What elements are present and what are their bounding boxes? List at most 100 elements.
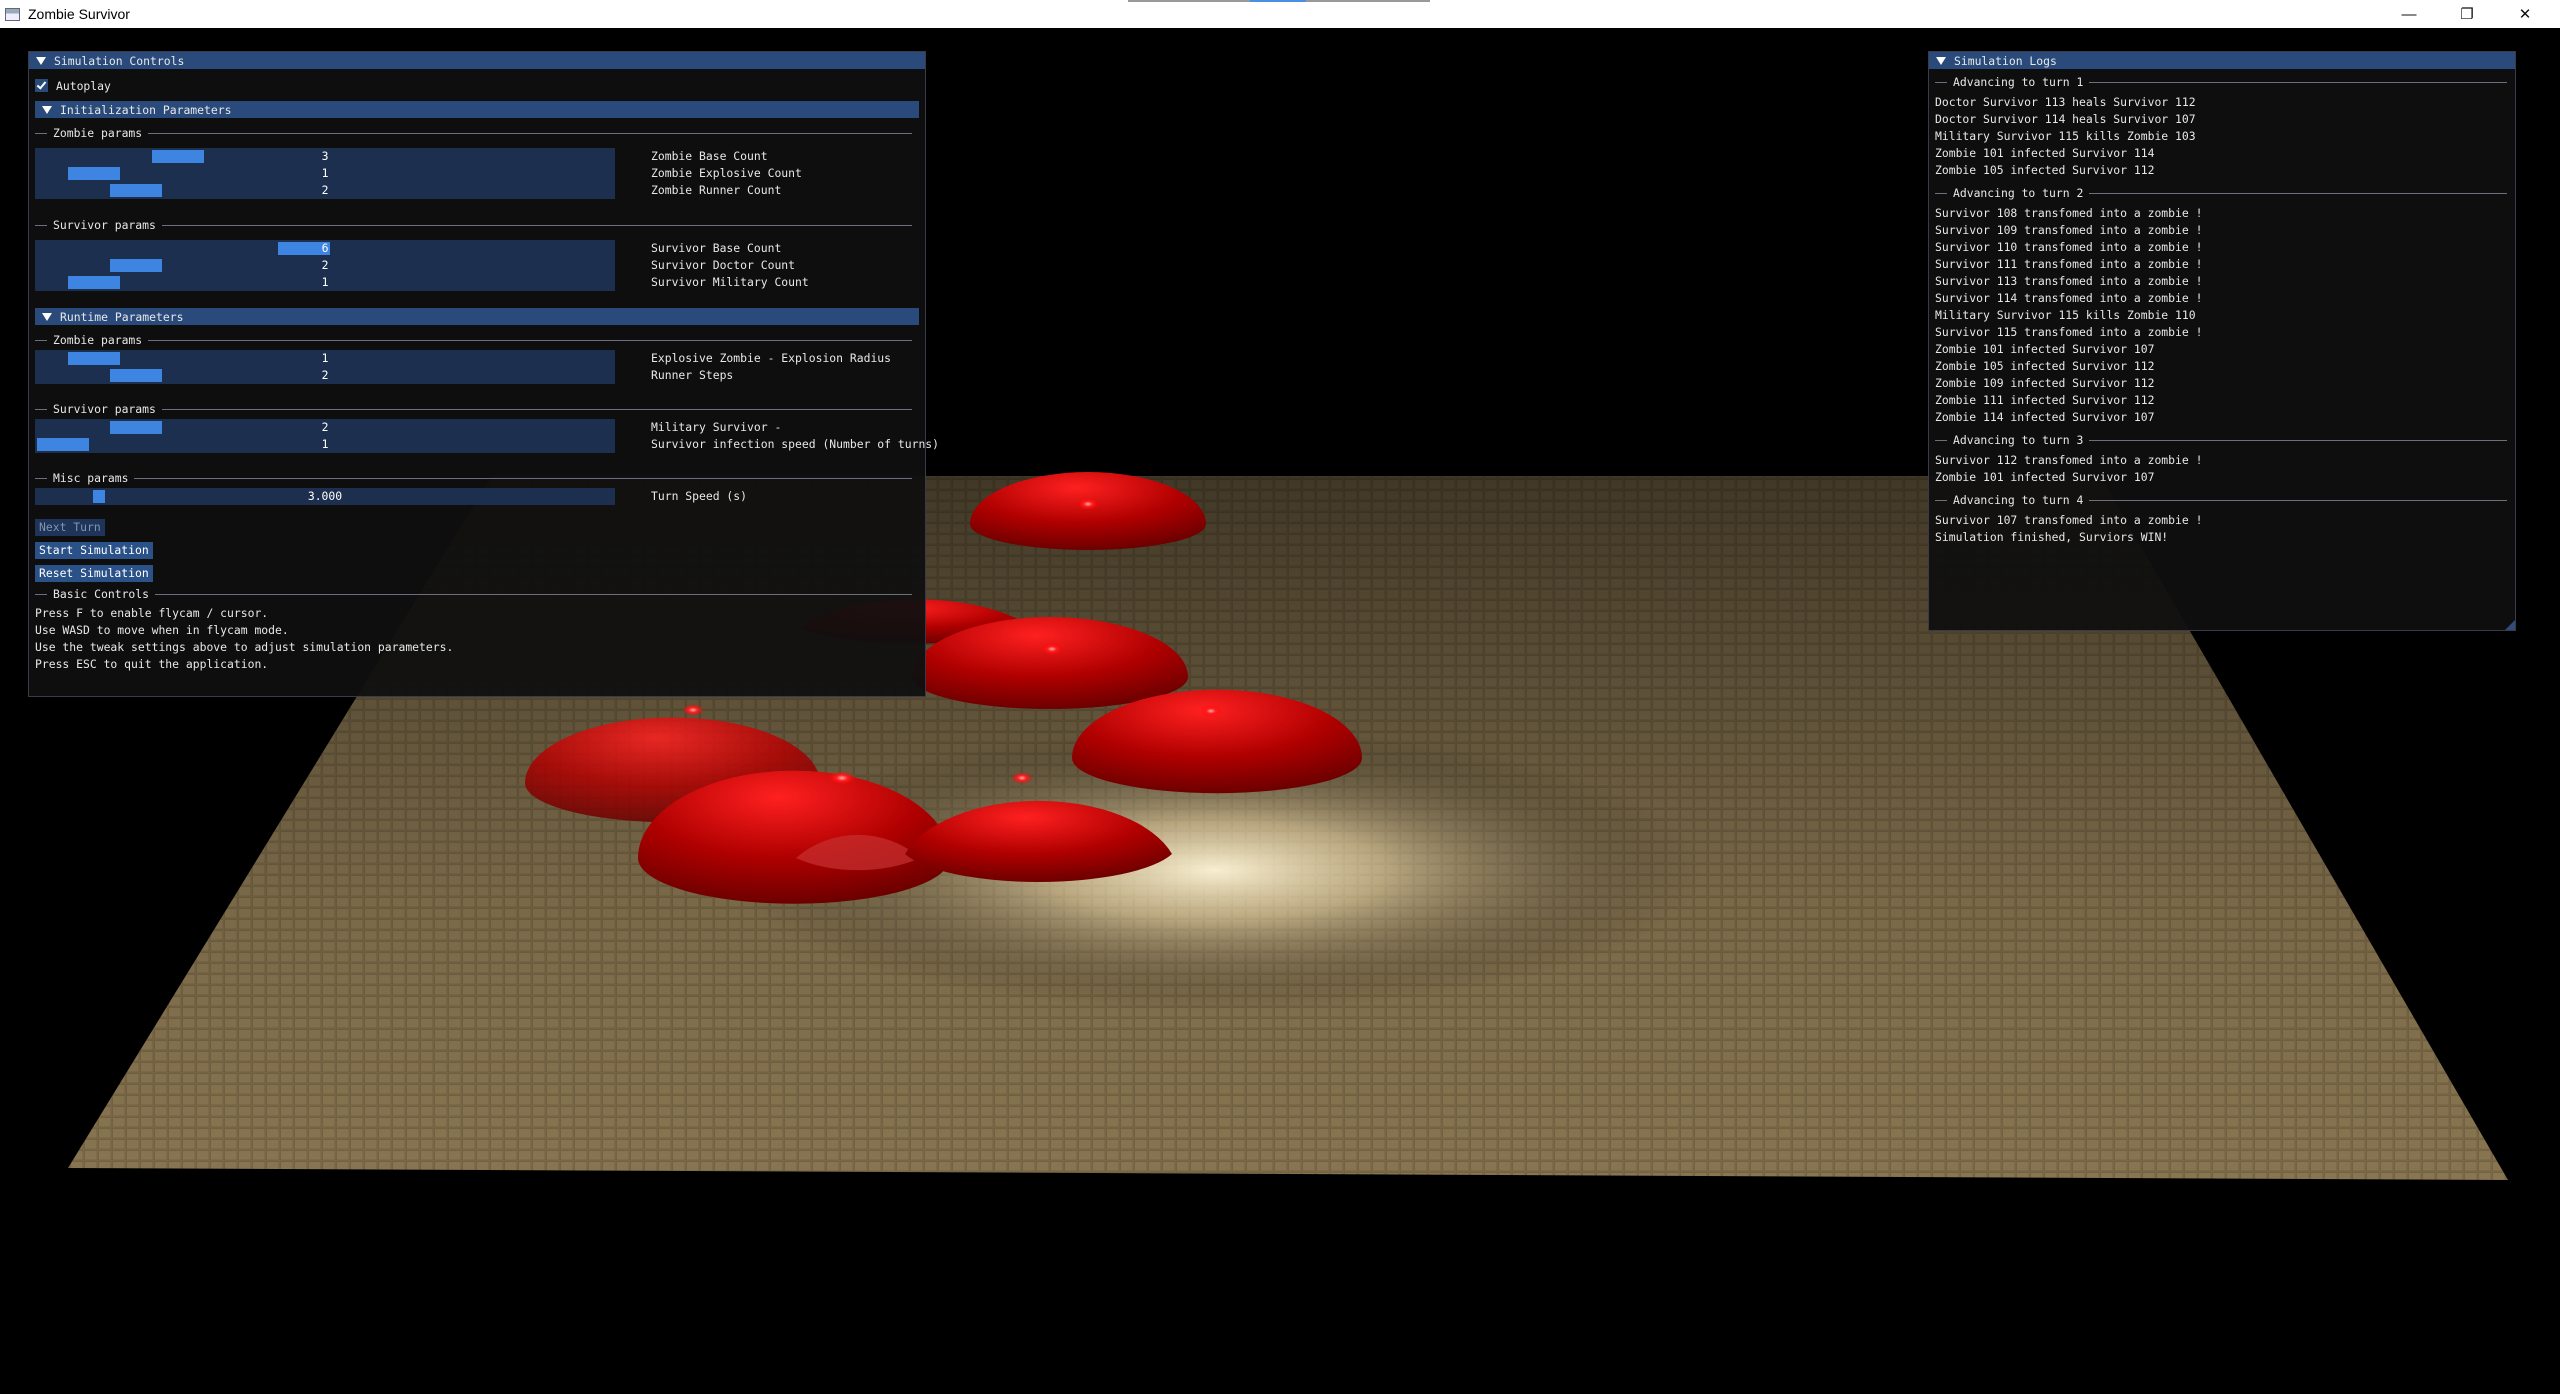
log-turn-separator: Advancing to turn 1 (1935, 75, 2507, 89)
log-line: Zombie 105 infected Survivor 112 (1935, 359, 2155, 373)
runtime-header[interactable]: Runtime Parameters (35, 308, 919, 325)
param-slider[interactable]: 6 (35, 240, 615, 257)
param-slider[interactable]: 1 (35, 165, 615, 182)
help-line: Use the tweak settings above to adjust s… (35, 640, 454, 654)
log-line: Military Survivor 115 kills Zombie 110 (1935, 308, 2196, 322)
log-line: Doctor Survivor 114 heals Survivor 107 (1935, 112, 2196, 126)
param-slider[interactable]: 2 (35, 182, 615, 199)
log-line: Zombie 101 infected Survivor 107 (1935, 342, 2155, 356)
separator-runtime-zombie-params: Zombie params (35, 333, 912, 347)
start-simulation-button[interactable]: Start Simulation (35, 542, 153, 559)
slider-label: Survivor infection speed (Number of turn… (651, 437, 940, 451)
zombie-light (828, 771, 856, 785)
log-line: Survivor 114 transfomed into a zombie ! (1935, 291, 2203, 305)
zombie-light (1011, 772, 1033, 784)
log-line: Survivor 113 transfomed into a zombie ! (1935, 274, 2203, 288)
log-turn-separator: Advancing to turn 3 (1935, 433, 2507, 447)
slider-value: 3 (321, 149, 329, 163)
next-turn-button[interactable]: Next Turn (35, 519, 105, 536)
log-line: Doctor Survivor 113 heals Survivor 112 (1935, 95, 2196, 109)
slider-label: Survivor Doctor Count (651, 258, 796, 272)
log-line: Survivor 111 transfomed into a zombie ! (1935, 257, 2203, 271)
separator-label: Survivor params (53, 218, 156, 232)
slider-value: 1 (321, 437, 329, 451)
close-button[interactable]: ✕ (2496, 0, 2554, 28)
slider-label: Explosive Zombie - Explosion Radius (651, 351, 892, 365)
log-line: Survivor 115 transfomed into a zombie ! (1935, 325, 2203, 339)
log-turn-label: Advancing to turn 4 (1953, 493, 2084, 507)
autoplay-checkbox[interactable]: Autoplay (35, 77, 111, 94)
collapse-arrow-icon[interactable] (1936, 56, 1946, 65)
slider-label: Zombie Base Count (651, 149, 768, 163)
initialization-header-label: Initialization Parameters (60, 102, 232, 117)
check-icon[interactable] (35, 79, 48, 92)
initialization-header[interactable]: Initialization Parameters (35, 101, 919, 118)
log-line: Zombie 101 infected Survivor 107 (1935, 470, 2155, 484)
separator-misc-params: Misc params (35, 471, 912, 485)
controls-title-bar[interactable]: Simulation Controls (29, 52, 925, 69)
titlebar-accent-highlight (1250, 0, 1306, 2)
slider-label: Survivor Base Count (651, 241, 782, 255)
separator-runtime-survivor-params: Survivor params (35, 402, 912, 416)
help-line: Press ESC to quit the application. (35, 657, 269, 671)
slider-label: Runner Steps (651, 368, 734, 382)
slider-value: 6 (321, 241, 329, 255)
log-turn-label: Advancing to turn 2 (1953, 186, 2084, 200)
controls-title: Simulation Controls (54, 53, 185, 68)
reset-simulation-button[interactable]: Reset Simulation (35, 565, 153, 582)
minimize-button[interactable]: — (2380, 0, 2438, 28)
log-line: Simulation finished, Surviors WIN! (1935, 530, 2169, 544)
log-line: Zombie 111 infected Survivor 112 (1935, 393, 2155, 407)
param-slider[interactable]: 3.000 (35, 488, 615, 505)
window-titlebar: Zombie Survivor — ❐ ✕ (0, 0, 2560, 28)
separator-label: Zombie params (53, 333, 143, 347)
zombie-light (1200, 705, 1222, 717)
log-turn-label: Advancing to turn 1 (1953, 75, 2084, 89)
runtime-header-label: Runtime Parameters (60, 309, 184, 324)
log-turn-separator: Advancing to turn 4 (1935, 493, 2507, 507)
resize-grip[interactable] (2505, 620, 2515, 630)
slider-value: 1 (321, 351, 329, 365)
slider-value: 3.000 (307, 489, 343, 503)
separator-basic-controls: Basic Controls (35, 587, 912, 601)
slider-value: 2 (321, 183, 329, 197)
slider-label: Survivor Military Count (651, 275, 809, 289)
log-turn-separator: Advancing to turn 2 (1935, 186, 2507, 200)
collapse-arrow-icon[interactable] (36, 56, 46, 65)
param-slider[interactable]: 1 (35, 436, 615, 453)
param-slider[interactable]: 2 (35, 367, 615, 384)
log-line: Zombie 105 infected Survivor 112 (1935, 163, 2155, 177)
log-line: Survivor 109 transfomed into a zombie ! (1935, 223, 2203, 237)
help-line: Press F to enable flycam / cursor. (35, 606, 269, 620)
zombie-light (682, 704, 704, 716)
slider-value: 2 (321, 368, 329, 382)
param-slider[interactable]: 1 (35, 350, 615, 367)
log-turn-label: Advancing to turn 3 (1953, 433, 2084, 447)
slider-label: Zombie Explosive Count (651, 166, 802, 180)
param-slider[interactable]: 2 (35, 419, 615, 436)
separator-label: Zombie params (53, 126, 143, 140)
zombie-light (1041, 643, 1063, 655)
separator-zombie-params: Zombie params (35, 126, 912, 140)
logs-title: Simulation Logs (1954, 53, 2057, 68)
param-slider[interactable]: 3 (35, 148, 615, 165)
collapse-arrow-icon[interactable] (42, 312, 52, 321)
simulation-controls-panel: Simulation Controls Autoplay Initializat… (28, 51, 939, 697)
separator-survivor-params: Survivor params (35, 218, 912, 232)
logs-title-bar[interactable]: Simulation Logs (1929, 52, 2515, 69)
help-line: Use WASD to move when in flycam mode. (35, 623, 289, 637)
param-slider[interactable]: 2 (35, 257, 615, 274)
log-line: Survivor 107 transfomed into a zombie ! (1935, 513, 2203, 527)
slider-label: Military Survivor - (651, 420, 782, 434)
collapse-arrow-icon[interactable] (42, 105, 52, 114)
slider-label: Zombie Runner Count (651, 183, 782, 197)
separator-label: Misc params (53, 471, 129, 485)
param-slider[interactable]: 1 (35, 274, 615, 291)
app-icon (5, 7, 20, 21)
log-line: Zombie 109 infected Survivor 112 (1935, 376, 2155, 390)
slider-value: 1 (321, 166, 329, 180)
restore-button[interactable]: ❐ (2438, 0, 2496, 28)
log-line: Zombie 114 infected Survivor 107 (1935, 410, 2155, 424)
slider-value: 1 (321, 275, 329, 289)
log-line: Survivor 110 transfomed into a zombie ! (1935, 240, 2203, 254)
